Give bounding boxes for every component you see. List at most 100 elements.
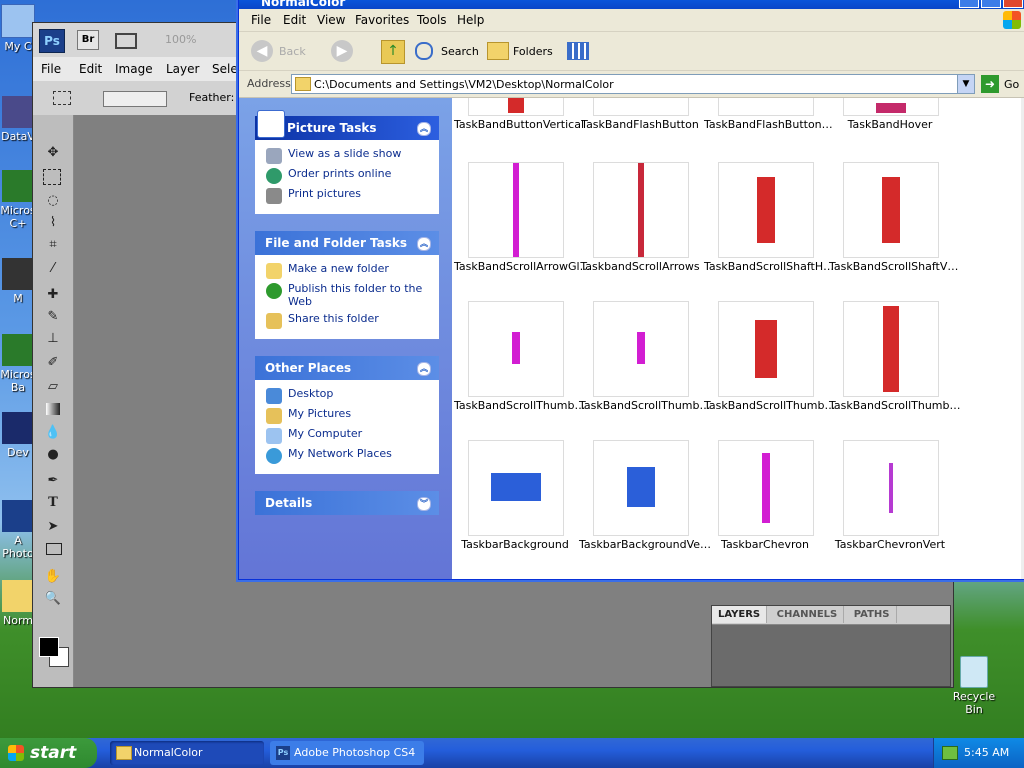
desktop-icon-microsoft-basic[interactable]: Micros Ba (0, 334, 36, 394)
type-tool-icon[interactable]: T (43, 495, 63, 513)
menu-edit[interactable]: Edit (79, 62, 102, 76)
thumbnail (843, 162, 939, 258)
desktop-icon-datav[interactable]: DataV (0, 96, 36, 143)
desktop-icon-microsoft-cpp[interactable]: Micros C+ (0, 170, 36, 230)
history-brush-tool-icon[interactable]: ✐ (43, 355, 63, 373)
minimize-button[interactable] (959, 0, 979, 8)
marquee-tool-icon[interactable] (43, 169, 61, 185)
windows-flag-icon (8, 745, 24, 761)
photoshop-logo[interactable]: Ps (39, 29, 65, 53)
tab-channels[interactable]: CHANNELS (771, 606, 845, 623)
expand-chevron-icon[interactable]: ︾ (417, 497, 431, 511)
menu-tools[interactable]: Tools (417, 13, 447, 27)
menu-image[interactable]: Image (115, 62, 153, 76)
bridge-button[interactable]: Br (77, 30, 99, 50)
move-tool-icon[interactable]: ✥ (43, 145, 63, 163)
folders-button[interactable]: Folders (487, 40, 557, 64)
go-arrow-icon: ➜ (981, 75, 999, 93)
thumbnail (843, 98, 939, 116)
gradient-tool-icon[interactable] (46, 403, 60, 415)
place-my-computer[interactable]: My Computer (266, 427, 438, 447)
task-order-prints[interactable]: Order prints online (266, 167, 438, 187)
taskbar-item-normalcolor[interactable]: NormalColor (110, 741, 264, 765)
task-print-pictures[interactable]: Print pictures (266, 187, 438, 207)
details-header[interactable]: Details ︾ (255, 491, 439, 515)
desktop-icon-adobe-photoshop[interactable]: A Photo (0, 500, 36, 560)
zoom-level[interactable]: 100% (165, 33, 196, 46)
other-places-header[interactable]: Other Places ︽ (255, 356, 439, 380)
collapse-chevron-icon[interactable]: ︽ (417, 237, 431, 251)
app-icon (2, 412, 34, 444)
clock[interactable]: 5:45 AM (964, 746, 1009, 759)
menu-help[interactable]: Help (457, 13, 484, 27)
healing-tool-icon[interactable]: ✚ (43, 287, 63, 305)
address-bar: Address C:\Documents and Settings\VM2\De… (239, 71, 1024, 98)
close-button[interactable] (1003, 0, 1023, 8)
file-folder-tasks-header[interactable]: File and Folder Tasks ︽ (255, 231, 439, 255)
forward-button[interactable]: ▶ (331, 40, 353, 62)
maximize-button[interactable] (981, 0, 1001, 8)
desktop-icon-m[interactable]: M (0, 258, 36, 305)
shape-tool-icon[interactable] (46, 543, 62, 555)
address-label: Address (247, 77, 291, 90)
up-folder-button[interactable]: ↑ (381, 40, 405, 64)
picture-tasks-header[interactable]: Picture Tasks ︽ (255, 110, 439, 140)
search-icon (415, 42, 433, 60)
views-button[interactable] (565, 40, 599, 62)
menu-edit[interactable]: Edit (283, 13, 306, 27)
back-button[interactable]: ◀ Back (251, 40, 321, 64)
menu-file[interactable]: File (41, 62, 61, 76)
eyedropper-tool-icon[interactable]: ⁄ (43, 261, 63, 279)
go-button[interactable]: ➜ Go (981, 74, 1021, 94)
collapse-chevron-icon[interactable]: ︽ (417, 122, 431, 136)
crop-tool-icon[interactable]: ⌗ (43, 237, 63, 255)
task-publish-folder[interactable]: Publish this folder to the Web (266, 282, 438, 312)
menu-file[interactable]: File (251, 13, 271, 27)
stamp-tool-icon[interactable]: ⊥ (43, 331, 63, 349)
zoom-tool-icon[interactable]: 🔍 (43, 591, 63, 609)
task-share-folder[interactable]: Share this folder (266, 312, 438, 332)
desktop-icon-normalcolor[interactable]: Norm (0, 580, 36, 627)
views-icon (567, 42, 589, 60)
thumbnail-image (508, 98, 524, 113)
blur-tool-icon[interactable]: 💧 (43, 425, 63, 443)
thumbnail-image (882, 177, 900, 243)
network-tray-icon[interactable] (942, 746, 958, 760)
place-my-pictures[interactable]: My Pictures (266, 407, 438, 427)
hand-tool-icon[interactable]: ✋ (43, 569, 63, 587)
place-desktop[interactable]: Desktop (266, 387, 438, 407)
desktop-icon-my-computer[interactable]: My C (0, 4, 36, 53)
dodge-tool-icon[interactable]: ● (43, 447, 63, 465)
quick-select-tool-icon[interactable]: ⌇ (43, 215, 63, 233)
desktop-icon-dev[interactable]: Dev (0, 412, 36, 459)
menu-layer[interactable]: Layer (166, 62, 199, 76)
search-button[interactable]: Search (415, 40, 485, 64)
thumbnail (468, 301, 564, 397)
marquee-preset-icon[interactable] (53, 91, 71, 105)
task-slide-show[interactable]: View as a slide show (266, 147, 438, 167)
address-field[interactable]: C:\Documents and Settings\VM2\Desktop\No… (291, 74, 975, 94)
pen-tool-icon[interactable]: ✒ (43, 473, 63, 491)
path-select-tool-icon[interactable]: ➤ (43, 519, 63, 537)
place-my-network-places[interactable]: My Network Places (266, 447, 438, 467)
tab-layers[interactable]: LAYERS (712, 606, 768, 623)
brush-tool-icon[interactable]: ✎ (43, 309, 63, 327)
menu-view[interactable]: View (317, 13, 345, 27)
taskbar-item-photoshop[interactable]: Ps Adobe Photoshop CS4 (270, 741, 424, 765)
collapse-chevron-icon[interactable]: ︽ (417, 362, 431, 376)
folder-icon (295, 77, 311, 91)
selection-mode-icons[interactable] (103, 91, 167, 107)
system-tray: 5:45 AM (933, 738, 1024, 768)
explorer-title-bar[interactable]: NormalColor (239, 0, 1024, 9)
tab-paths[interactable]: PATHS (848, 606, 897, 623)
thumbnail (593, 440, 689, 536)
thumbnail-image (513, 163, 519, 257)
eraser-tool-icon[interactable]: ▱ (43, 379, 63, 397)
foreground-color-swatch[interactable] (39, 637, 59, 657)
menu-favorites[interactable]: Favorites (355, 13, 409, 27)
task-new-folder[interactable]: Make a new folder (266, 262, 438, 282)
start-button[interactable]: start (0, 738, 97, 768)
address-dropdown-arrow[interactable]: ▼ (957, 75, 974, 93)
lasso-tool-icon[interactable]: ◌ (43, 193, 63, 211)
screen-mode-icon[interactable] (115, 33, 137, 49)
